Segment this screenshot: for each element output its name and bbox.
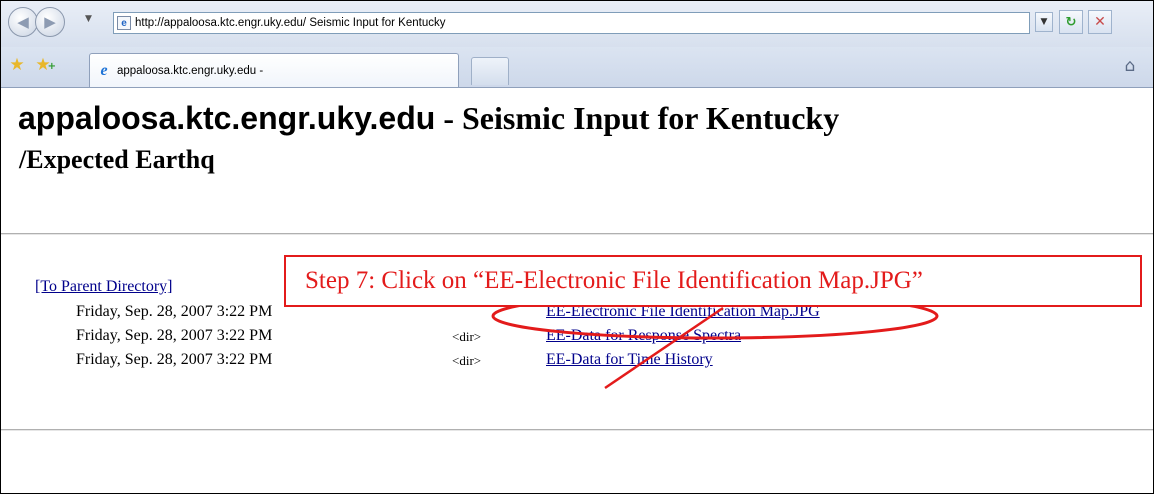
callout-text: Step 7: Click on “EE-Electronic File Ide… [305, 267, 923, 294]
row-date: Friday, Sep. 28, 2007 3:22 PM [76, 327, 273, 344]
page-title: appaloosa.ktc.engr.uky.edu - Seismic Inp… [18, 100, 839, 137]
home-icon[interactable]: ⌂ [1119, 56, 1141, 76]
address-bar[interactable]: e http://appaloosa.ktc.engr.uky.edu/ Sei… [113, 12, 1030, 34]
page-content: appaloosa.ktc.engr.uky.edu - Seismic Inp… [1, 88, 1153, 493]
folder-link-response-spectra[interactable]: EE-Data for Response Spectra [546, 327, 741, 345]
page-title-rest: Seismic Input for Kentucky [461, 100, 840, 136]
listing-row: Friday, Sep. 28, 2007 3:22 PM <dir> EE-D… [1, 327, 1153, 349]
address-dropdown-icon[interactable]: ▼ [1035, 12, 1053, 32]
folder-link-time-history[interactable]: EE-Data for Time History [546, 351, 713, 369]
ie-icon: e [100, 61, 108, 79]
tab-label: appaloosa.ktc.engr.uky.edu - [117, 64, 264, 77]
page-icon: e [117, 16, 131, 30]
forward-icon[interactable]: ▶ [35, 7, 65, 37]
address-url[interactable]: http://appaloosa.ktc.engr.uky.edu/ Seism… [135, 17, 445, 29]
listing-row: Friday, Sep. 28, 2007 3:22 PM <dir> EE-D… [1, 351, 1153, 373]
add-favorite-icon[interactable]: ★ + [33, 55, 56, 75]
browser-toolbar: ◀ ▶ ▼ e http://appaloosa.ktc.engr.uky.ed… [1, 1, 1153, 47]
divider-bottom [1, 429, 1153, 431]
tab-strip: ★ ★ + e appaloosa.ktc.engr.uky.edu - ⌂ [1, 47, 1153, 88]
tab-current[interactable]: e appaloosa.ktc.engr.uky.edu - [89, 53, 459, 87]
page-title-host: appaloosa.ktc.engr.uky.edu [18, 100, 436, 136]
history-dropdown-icon[interactable]: ▼ [85, 14, 92, 24]
new-tab-button[interactable] [471, 57, 509, 85]
back-icon[interactable]: ◀ [8, 7, 38, 37]
page-subtitle: /Expected Earthq [19, 145, 215, 174]
row-date: Friday, Sep. 28, 2007 3:22 PM [76, 351, 273, 368]
divider-top [1, 233, 1153, 235]
callout-box: Step 7: Click on “EE-Electronic File Ide… [284, 255, 1142, 307]
parent-directory-link[interactable]: [To Parent Directory] [35, 278, 173, 296]
row-dir: <dir> [452, 353, 482, 368]
stop-icon[interactable]: ✕ [1088, 10, 1112, 34]
page-title-separator: - [435, 100, 462, 136]
row-dir: <dir> [452, 329, 482, 344]
row-date: Friday, Sep. 28, 2007 3:22 PM [76, 303, 273, 320]
refresh-icon[interactable]: ↻ [1059, 10, 1083, 34]
favorites-star-icon[interactable]: ★ [7, 55, 27, 75]
